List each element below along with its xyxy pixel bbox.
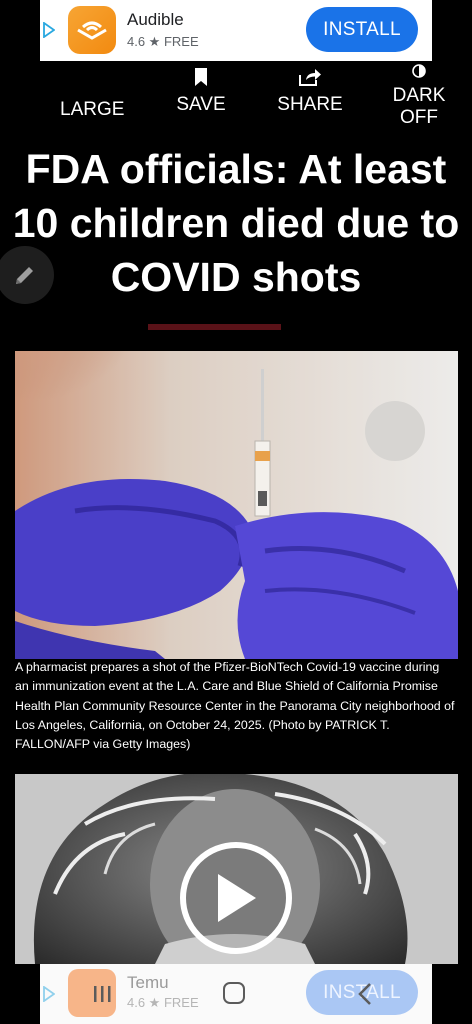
save-label: SAVE	[176, 94, 226, 115]
play-video-button[interactable]	[180, 842, 292, 954]
pencil-icon	[16, 267, 33, 284]
dark-mode-toggle[interactable]: DARK OFF	[372, 64, 466, 129]
adchoices-icon[interactable]	[43, 22, 55, 38]
ad-app-rating: 4.6 ★ FREE	[127, 34, 199, 49]
save-button[interactable]: SAVE	[176, 67, 226, 116]
article-toolbar: LARGE SAVE SHARE DARK OFF	[0, 61, 472, 131]
install-button[interactable]: INSTALL	[306, 7, 418, 52]
share-label: SHARE	[277, 94, 343, 115]
share-button[interactable]: SHARE	[277, 67, 343, 116]
audible-app-icon	[68, 6, 116, 54]
home-icon[interactable]	[223, 982, 245, 1004]
ad-app-name: Audible	[127, 10, 184, 29]
text-size-button[interactable]: LARGE	[60, 99, 124, 121]
back-icon[interactable]	[357, 982, 373, 1006]
headline-divider	[148, 324, 281, 330]
bookmark-icon	[195, 68, 207, 86]
article-headline: FDA officials: At least 10 children died…	[12, 146, 460, 300]
ad-banner-top[interactable]: Audible 4.6 ★ FREE INSTALL	[40, 0, 432, 61]
contrast-icon	[412, 64, 426, 78]
text-size-label: LARGE	[60, 99, 125, 120]
system-navigation-bar	[0, 964, 472, 1024]
article-photo-vaccine[interactable]	[15, 351, 458, 659]
recent-apps-icon[interactable]	[92, 984, 112, 1004]
share-icon	[299, 69, 321, 86]
dark-mode-label: DARK OFF	[392, 85, 446, 128]
play-icon	[218, 874, 256, 922]
photo-caption: A pharmacist prepares a shot of the Pfiz…	[15, 660, 455, 752]
